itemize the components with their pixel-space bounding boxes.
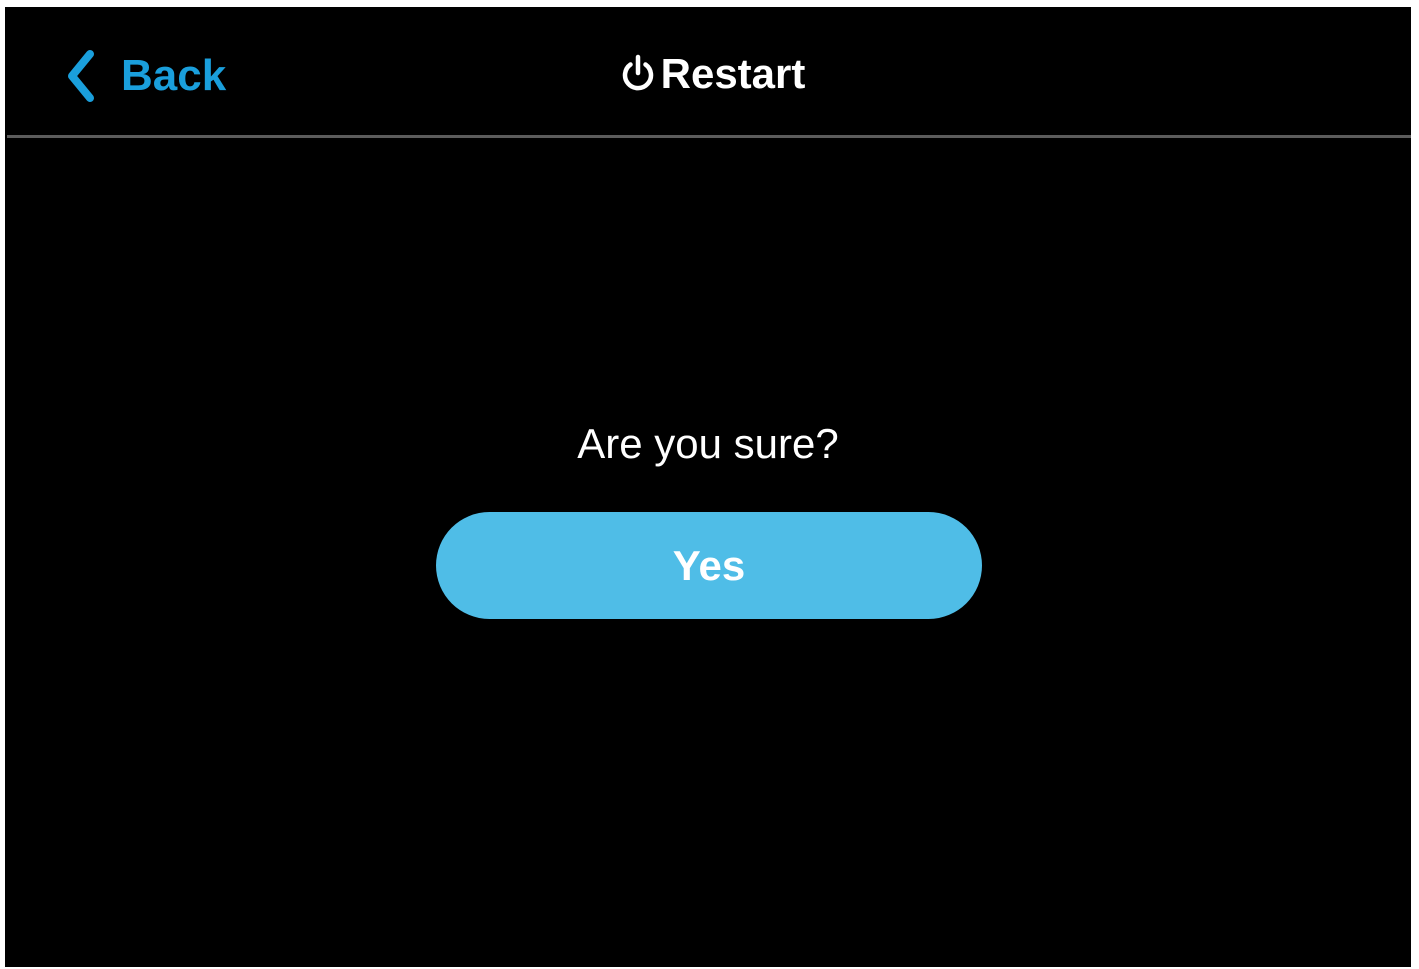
page-title-label: Restart (660, 50, 806, 97)
yes-button[interactable]: Yes (436, 512, 982, 619)
confirm-prompt: Are you sure? (577, 420, 839, 467)
header-divider (7, 135, 1411, 138)
restart-screen: Back Restart Are you sure? Yes (5, 7, 1411, 967)
page-title: Restart (5, 45, 1411, 103)
header-bar: Back Restart (5, 7, 1411, 137)
power-icon (617, 53, 659, 95)
